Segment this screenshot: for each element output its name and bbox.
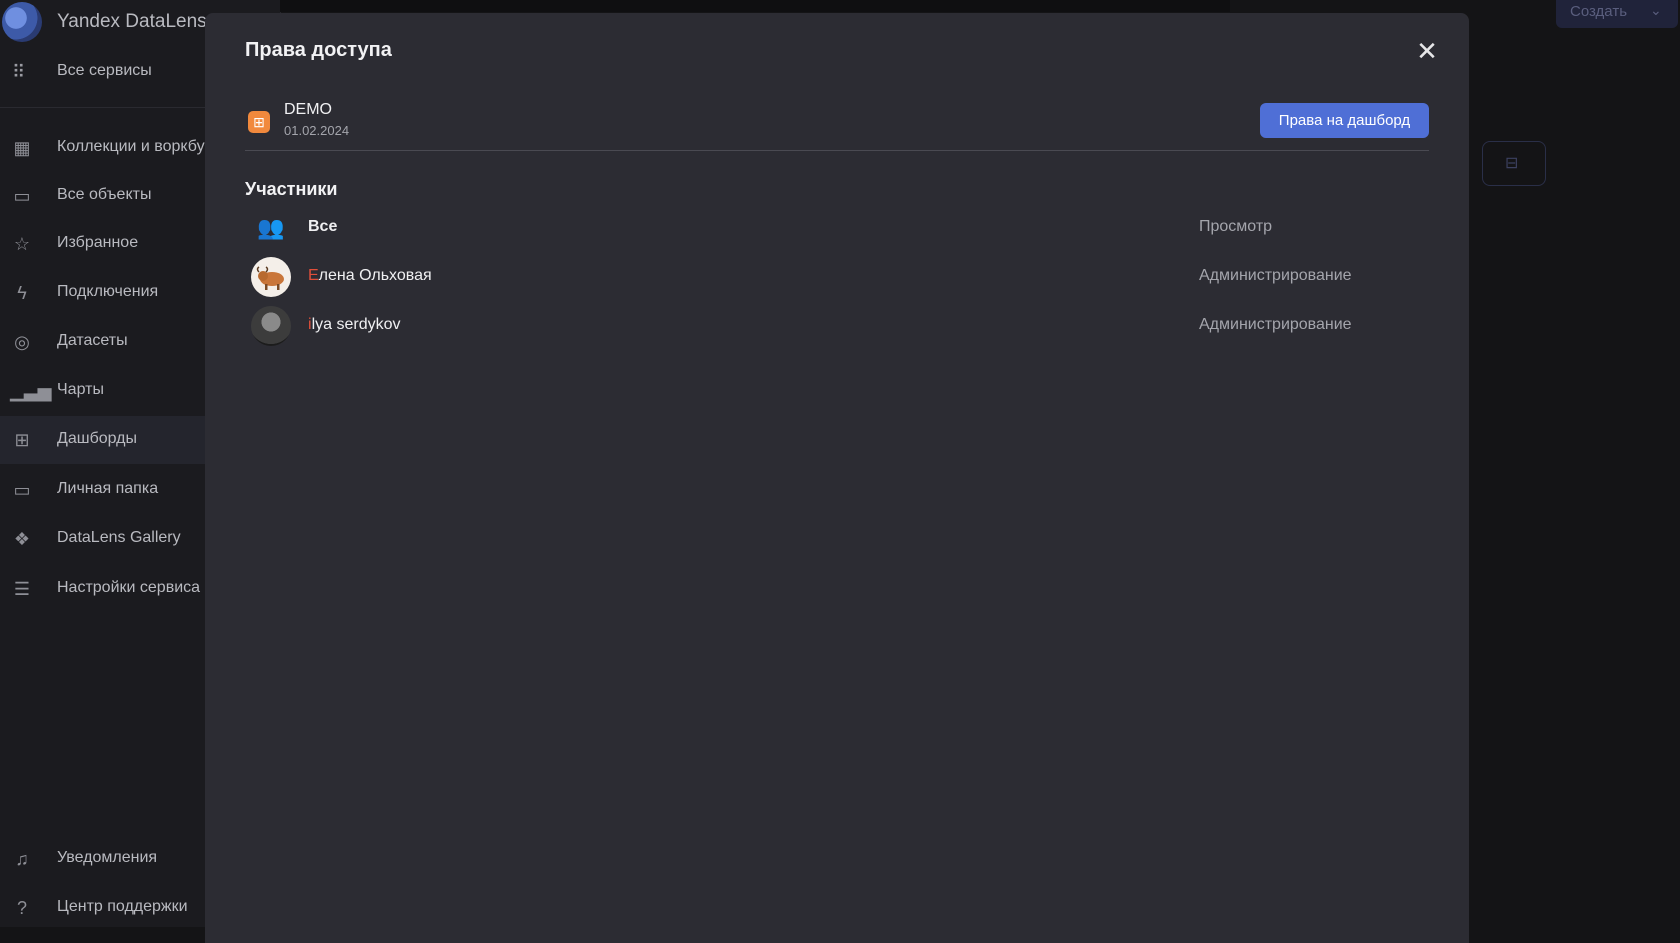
dialog-divider bbox=[245, 150, 1429, 151]
chart-bars-icon: ▁▃▅ bbox=[10, 381, 52, 401]
dashboard-icon: ⊞ bbox=[14, 430, 30, 450]
access-rights-dialog: Права доступа ✕ ⊞ DEMO 01.02.2024 Права … bbox=[205, 13, 1469, 943]
sidebar-item-label: Избранное bbox=[57, 234, 139, 251]
create-button[interactable]: Создать ⌄ bbox=[1556, 0, 1678, 28]
dashboard-object-icon: ⊞ bbox=[248, 111, 270, 133]
member-role[interactable]: Просмотр bbox=[1199, 218, 1272, 236]
close-icon: ✕ bbox=[1416, 36, 1438, 66]
sidebar-item-label: Центр поддержки bbox=[57, 898, 188, 915]
object-name: DEMO bbox=[284, 101, 332, 118]
grid-icon: ⠿ bbox=[12, 62, 26, 82]
group-icon: 👥 bbox=[257, 215, 285, 240]
app-name: Yandex DataLens bbox=[57, 11, 207, 32]
member-row[interactable]: Елена Ольховая Администрирование bbox=[245, 255, 1429, 299]
star-icon: ☆ bbox=[13, 234, 31, 254]
member-name-rest: лена Ольховая bbox=[318, 267, 432, 284]
avatar bbox=[251, 257, 291, 297]
object-date: 01.02.2024 bbox=[284, 123, 350, 138]
sidebar-item-label: Подключения bbox=[57, 283, 159, 300]
member-role[interactable]: Администрирование bbox=[1199, 316, 1352, 334]
dialog-title: Права доступа bbox=[245, 39, 392, 61]
sidebar-item-label: Коллекции и воркбуки bbox=[57, 138, 221, 155]
dashboard-rights-button[interactable]: Права на дашборд bbox=[1260, 103, 1429, 138]
datalens-logo bbox=[2, 2, 42, 42]
member-name-rest: lya serdykov bbox=[311, 316, 401, 333]
folders-icon: ▭ bbox=[13, 186, 31, 206]
member-name: Все bbox=[308, 218, 337, 236]
layout-icon: ⊟ bbox=[1505, 155, 1519, 172]
background-header bbox=[280, 0, 1230, 12]
datasets-icon: ◎ bbox=[14, 332, 30, 352]
member-name-initial: Е bbox=[308, 267, 319, 284]
member-row[interactable]: 👥 Все Просмотр bbox=[245, 206, 1429, 250]
member-role[interactable]: Администрирование bbox=[1199, 267, 1352, 285]
personal-folder-icon: ▭ bbox=[13, 480, 31, 500]
yak-avatar-icon bbox=[256, 266, 284, 290]
close-button[interactable]: ✕ bbox=[1412, 37, 1442, 67]
sliders-icon: ☰ bbox=[13, 579, 31, 599]
sidebar-item-label: Все объекты bbox=[57, 186, 152, 203]
lightning-icon: ϟ bbox=[17, 283, 27, 303]
all-services-label: Все сервисы bbox=[57, 62, 152, 79]
chevron-down-icon: ⌄ bbox=[1650, 2, 1662, 18]
collections-icon: ▦ bbox=[13, 138, 31, 158]
sidebar-item-label: Уведомления bbox=[57, 849, 158, 866]
sidebar-item-label: DataLens Gallery bbox=[57, 529, 181, 546]
sidebar-item-label: Датасеты bbox=[57, 332, 128, 349]
create-label: Создать bbox=[1570, 3, 1628, 20]
member-name: ilya serdykov bbox=[308, 316, 400, 334]
sidebar-item-label: Чарты bbox=[57, 381, 104, 398]
member-name: Елена Ольховая bbox=[308, 267, 432, 285]
bell-icon: ♫ bbox=[15, 849, 29, 869]
sidebar-item-label: Дашборды bbox=[57, 430, 137, 447]
member-name-rest: Все bbox=[308, 218, 338, 235]
members-section-title: Участники bbox=[245, 179, 338, 199]
gallery-icon: ❖ bbox=[13, 529, 31, 549]
sidebar-item-label: Личная папка bbox=[57, 480, 159, 497]
help-icon: ? bbox=[16, 898, 27, 918]
sidebar-item-label: Настройки сервиса bbox=[57, 579, 201, 596]
avatar bbox=[251, 306, 291, 346]
member-row[interactable]: ilya serdykov Администрирование bbox=[245, 304, 1429, 348]
background-layout-button[interactable]: ⊟ bbox=[1482, 141, 1546, 186]
